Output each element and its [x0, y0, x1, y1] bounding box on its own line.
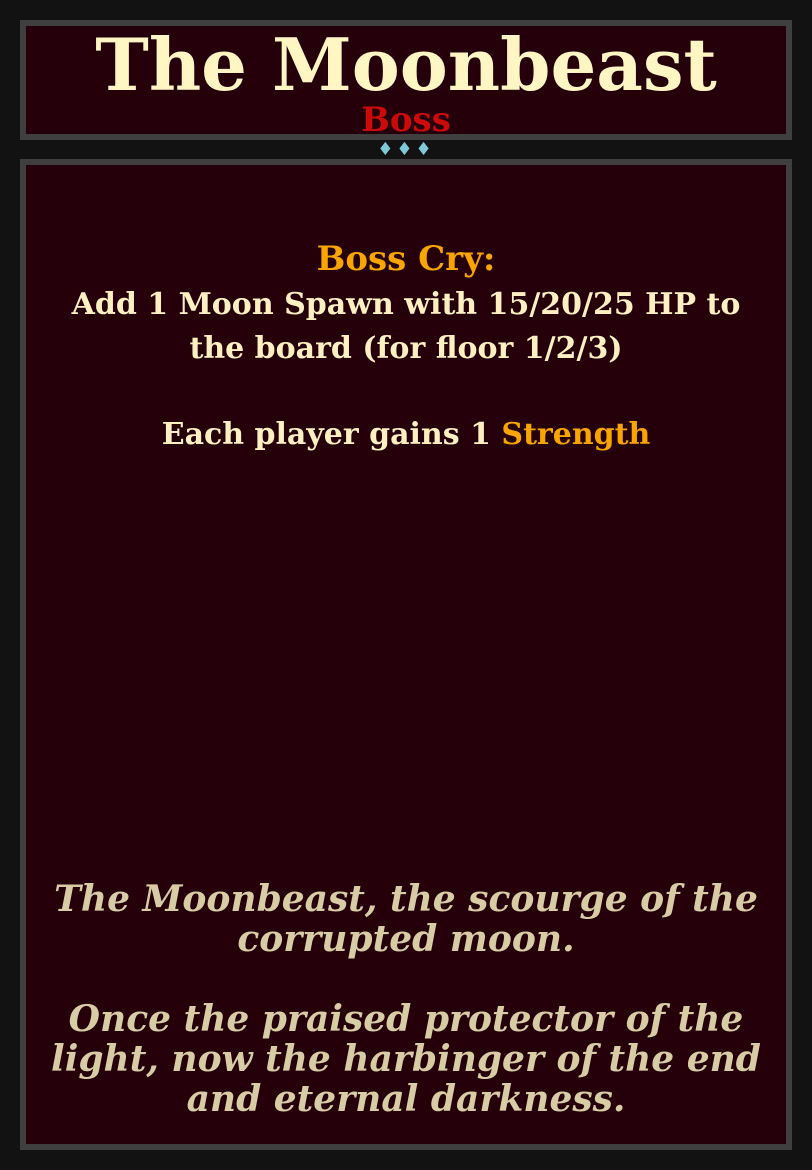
card-type-label: Boss: [361, 100, 451, 140]
card-header: The Moonbeast Boss: [20, 20, 792, 140]
flavor-text: The Moonbeast, the scourge of the corrup…: [38, 879, 774, 1119]
flavor-paragraph-1: The Moonbeast, the scourge of the corrup…: [54, 878, 758, 960]
effect-bonus: Each player gains 1 Strength: [56, 413, 756, 457]
card-title: The Moonbeast: [95, 22, 717, 107]
flavor-paragraph-2: Once the praised protector of the light,…: [51, 998, 761, 1120]
diamond-gems-icon: ♦♦♦: [377, 139, 435, 160]
effect-description: Add 1 Moon Spawn with 15/20/25 HP to the…: [71, 287, 741, 366]
effect-bonus-text: Each player gains 1: [161, 417, 491, 452]
effect-heading: Boss Cry:: [316, 239, 496, 279]
card-body: Boss Cry: Add 1 Moon Spawn with 15/20/25…: [20, 159, 792, 1150]
card-effect: Boss Cry: Add 1 Moon Spawn with 15/20/25…: [56, 235, 756, 457]
strength-keyword: Strength: [501, 417, 651, 452]
